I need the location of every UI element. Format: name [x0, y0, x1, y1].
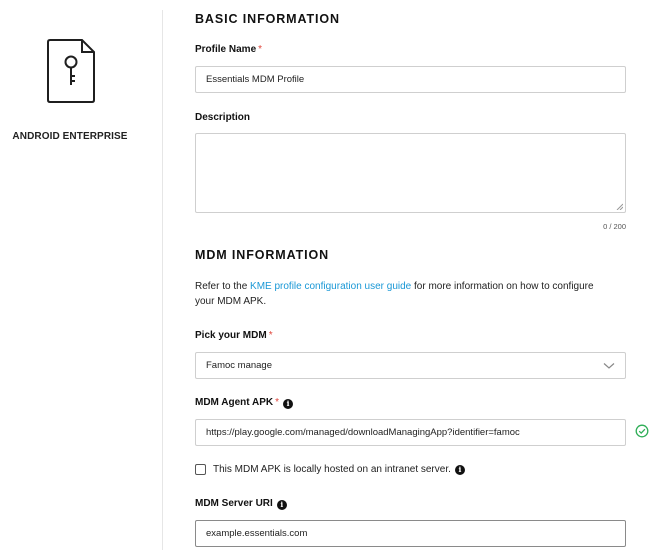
mdm-information-heading: MDM INFORMATION: [195, 248, 330, 262]
info-icon[interactable]: i: [283, 399, 294, 409]
mdm-help-text: Refer to the KME profile configuration u…: [195, 281, 594, 307]
required-marker: *: [275, 397, 280, 408]
profile-name-input[interactable]: Essentials MDM Profile: [195, 66, 626, 93]
intranet-hosted-option[interactable]: This MDM APK is locally hosted on an int…: [195, 464, 465, 475]
pick-mdm-select[interactable]: Famoc manage: [195, 352, 626, 379]
check-circle-icon: [635, 424, 649, 438]
panel-divider: [162, 10, 163, 550]
mdm-server-uri-label: MDM Server URI i: [195, 498, 287, 510]
required-marker: *: [258, 44, 263, 55]
profile-name-label: Profile Name *: [195, 44, 263, 55]
intranet-hosted-checkbox[interactable]: [195, 464, 206, 475]
info-icon[interactable]: i: [276, 500, 287, 510]
chevron-down-icon: [603, 362, 615, 369]
key-document-icon: [47, 39, 95, 103]
resize-handle-icon[interactable]: [616, 203, 623, 210]
description-label: Description: [195, 112, 251, 123]
mdm-agent-apk-label: MDM Agent APK * i: [195, 397, 294, 409]
kme-user-guide-link[interactable]: KME profile configuration user guide: [250, 281, 411, 292]
basic-information-heading: BASIC INFORMATION: [195, 12, 340, 26]
required-marker: *: [268, 330, 273, 341]
description-textarea[interactable]: [195, 133, 626, 213]
mdm-server-uri-input[interactable]: example.essentials.com: [195, 520, 626, 547]
intranet-hosted-label: This MDM APK is locally hosted on an int…: [213, 464, 451, 475]
info-icon[interactable]: i: [454, 464, 465, 475]
pick-mdm-selected-value: Famoc manage: [206, 360, 273, 371]
mdm-agent-apk-input[interactable]: https://play.google.com/managed/download…: [195, 419, 626, 446]
pick-mdm-label: Pick your MDM *: [195, 330, 273, 341]
device-type-panel: ANDROID ENTERPRISE: [0, 0, 162, 556]
description-character-counter: 0 / 200: [603, 222, 626, 231]
device-type-label: ANDROID ENTERPRISE: [12, 131, 128, 142]
